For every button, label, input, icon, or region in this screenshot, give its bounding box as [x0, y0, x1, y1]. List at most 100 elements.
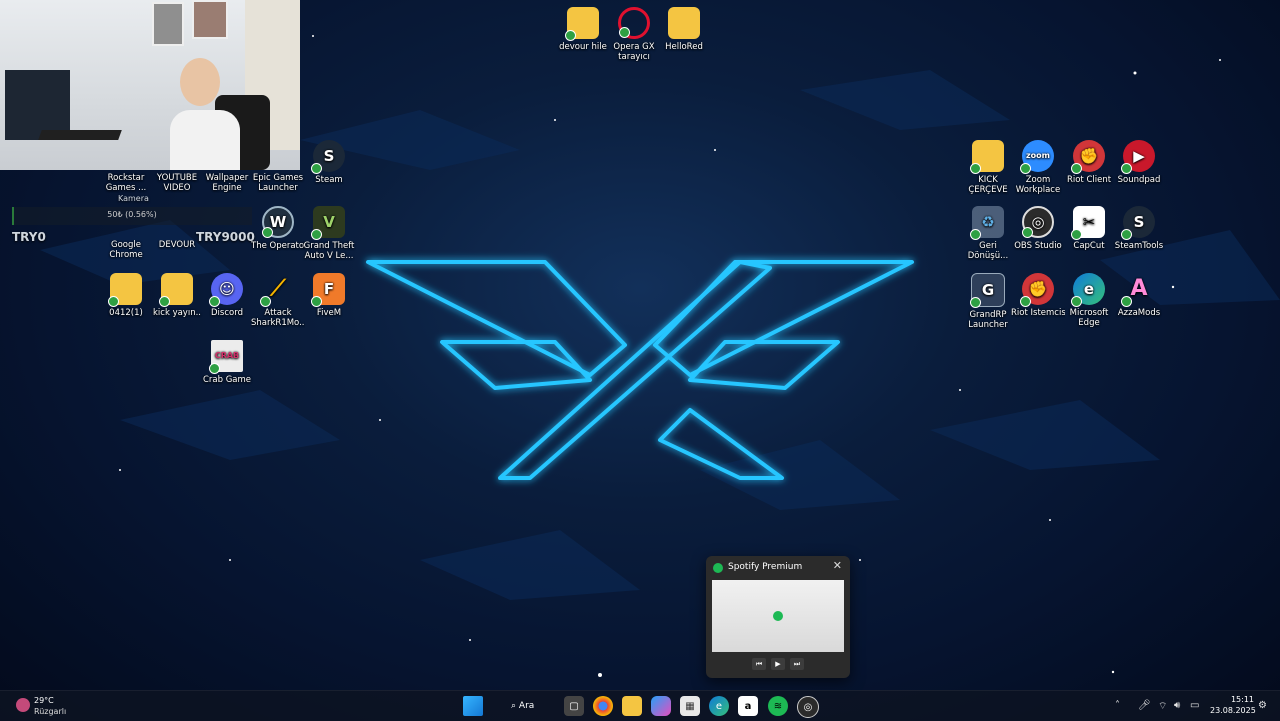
folder-icon — [108, 273, 142, 307]
the-operator-icon: W — [262, 206, 294, 238]
steam-icon: S — [311, 140, 345, 174]
folder-icon — [159, 273, 193, 307]
copilot-icon[interactable] — [651, 696, 671, 716]
riot-client-icon: ✊ — [1071, 140, 1105, 174]
desktop-icon-rockstar[interactable]: Rockstar Games ... — [99, 173, 153, 193]
desktop-icon-hellored[interactable]: HelloRed — [657, 7, 711, 52]
steam-icon: S — [1121, 206, 1155, 240]
webcam-label: Kamera — [118, 194, 149, 203]
desktop-icon-steam[interactable]: S Steam — [302, 140, 356, 185]
webcam-picture-frame — [152, 2, 184, 46]
webcam-picture-frame — [192, 0, 228, 39]
spotify-thumbnail-preview[interactable]: Spotify Premium ✕ ⏮ ▶ ⏭ — [706, 556, 850, 678]
desktop-icon-microsoft-edge[interactable]: e Microsoft Edge — [1062, 273, 1116, 328]
desktop-icon-opera-gx[interactable]: Opera GX tarayıcı — [607, 7, 661, 62]
desktop-icon-capcut[interactable]: ✂ CapCut — [1062, 206, 1116, 251]
edge-icon[interactable]: e — [709, 696, 729, 716]
desktop-icon-grandrp[interactable]: G GrandRP Launcher — [961, 273, 1015, 330]
volume-icon[interactable]: 🔊︎ — [1174, 700, 1180, 711]
attack-shark-icon: ⟋ — [260, 273, 294, 307]
discord-icon: ☺ — [209, 273, 243, 307]
desktop-icon-the-operator[interactable]: W The Operator — [251, 206, 305, 251]
close-icon[interactable]: ✕ — [833, 559, 842, 572]
desktop-icon-steamtools[interactable]: S SteamTools — [1112, 206, 1166, 251]
desktop-icon-zoom[interactable]: zoom Zoom Workplace — [1011, 140, 1065, 195]
capcut-icon: ✂ — [1071, 206, 1105, 240]
play-button[interactable]: ▶ — [771, 658, 785, 670]
clock-time: 15:11 — [1230, 695, 1254, 704]
file-explorer-icon[interactable] — [622, 696, 642, 716]
gta-v-icon: V — [311, 206, 345, 240]
desktop-icon-devour[interactable]: DEVOUR — [150, 240, 204, 250]
weather-desc: Rüzgarlı — [34, 707, 67, 716]
chevron-up-icon[interactable]: ˄ — [1115, 700, 1120, 711]
folder-icon — [565, 7, 599, 41]
desktop-icon-recycle-bin[interactable]: ♻ Geri Dönüşü... — [961, 206, 1015, 261]
weather-widget[interactable]: 29°C Rüzgarlı — [10, 694, 90, 718]
microphone-icon[interactable]: 🎤︎ — [1138, 700, 1151, 711]
notification-bell-icon[interactable]: ⚙ — [1258, 700, 1267, 711]
desktop-icon-attack-shark[interactable]: ⟋ Attack SharkR1Mo... — [251, 273, 305, 329]
donation-max-label: TRY9000 — [196, 230, 255, 244]
desktop-icon-google-chrome[interactable]: Google Chrome — [99, 240, 153, 260]
obs-studio-icon: ◎ — [1022, 206, 1054, 238]
desktop-icon-epic-games[interactable]: Epic Games Launcher — [251, 173, 305, 193]
desktop-icon-folder-0412[interactable]: 0412(1) — [99, 273, 153, 318]
desktop-icon-youtube-video[interactable]: YOUTUBE VIDEO — [150, 173, 204, 193]
spotify-window-preview[interactable] — [712, 580, 844, 652]
webcam-overlay — [0, 0, 300, 170]
spotify-icon — [713, 563, 723, 573]
next-track-button[interactable]: ⏭ — [790, 658, 804, 670]
previous-track-button[interactable]: ⏮ — [752, 658, 766, 670]
clock[interactable]: 15:11 23.08.2025 — [1210, 694, 1256, 716]
desktop-icon-kick-cerceve[interactable]: KICK ÇERÇEVE — [961, 140, 1015, 195]
desktop-icon-wallpaper-engine[interactable]: Wallpaper Engine — [200, 173, 254, 193]
zoom-icon: zoom — [1020, 140, 1054, 174]
weather-temp: 29°C — [34, 696, 54, 705]
recycle-bin-icon: ♻ — [970, 206, 1004, 240]
edge-icon: e — [1071, 273, 1105, 307]
folder-icon — [668, 7, 700, 39]
battery-icon[interactable]: ▭ — [1190, 700, 1199, 711]
desktop-icon-azzamods[interactable]: A AzzaMods — [1112, 273, 1166, 319]
clock-date: 23.08.2025 — [1210, 706, 1256, 715]
desktop-icon-riot-istemcisi[interactable]: ✊ Riot İstemcisi — [1011, 273, 1065, 318]
fivem-icon: F — [311, 273, 345, 307]
desktop-icon-obs-studio[interactable]: ◎ OBS Studio — [1011, 206, 1065, 251]
webcam-head — [180, 58, 220, 106]
windows-start-icon[interactable] — [463, 696, 483, 716]
taskbar: 29°C Rüzgarlı ⌕ Ara ▢ ▦ e a ≋ ◎ ˄ 🎤︎ ⌔ 🔊… — [0, 690, 1280, 721]
obs-studio-icon[interactable]: ◎ — [797, 696, 819, 718]
donation-progress-bar: 50₺ (0.56%) — [12, 207, 252, 225]
search-label: Ara — [518, 701, 535, 711]
search-icon: ⌕ — [511, 701, 517, 711]
spotify-icon[interactable]: ≋ — [768, 696, 788, 716]
amazon-icon[interactable]: a — [738, 696, 758, 716]
crab-game-icon: CRAB — [209, 340, 243, 374]
grandrp-icon: G — [970, 273, 1005, 308]
desktop-icon-gta5[interactable]: V Grand Theft Auto V Le... — [302, 206, 356, 261]
desktop-icon-kick-yayin[interactable]: kick yayın.. — [150, 273, 204, 318]
desktop-icon-soundpad[interactable]: ▶ Soundpad — [1112, 140, 1166, 185]
taskbar-search[interactable]: ⌕ Ara — [505, 697, 555, 715]
azzamods-icon: A — [1121, 273, 1155, 307]
chrome-icon[interactable] — [593, 696, 613, 716]
spotify-logo-icon — [773, 611, 783, 621]
folder-icon — [970, 140, 1004, 174]
donation-min-label: TRY0 — [12, 230, 46, 244]
desktop-icon-devour-hile[interactable]: devour hile — [556, 7, 610, 52]
desktop-icon-fivem[interactable]: F FiveM — [302, 273, 356, 318]
desktop-icon-discord[interactable]: ☺ Discord — [200, 273, 254, 318]
opera-gx-icon — [618, 7, 650, 39]
spotify-preview-title: Spotify Premium — [728, 562, 803, 572]
webcam-keyboard — [38, 130, 122, 140]
task-view-icon[interactable]: ▢ — [564, 696, 584, 716]
desktop-icon-riot-client[interactable]: ✊ Riot Client — [1062, 140, 1116, 185]
weather-icon — [16, 698, 30, 712]
wifi-icon[interactable]: ⌔ — [1158, 700, 1167, 713]
riot-client-icon: ✊ — [1020, 273, 1054, 307]
donation-progress-text: 50₺ (0.56%) — [107, 210, 157, 219]
microsoft-store-icon[interactable]: ▦ — [680, 696, 700, 716]
webcam-person — [170, 110, 240, 170]
desktop-icon-crab-game[interactable]: CRAB Crab Game — [200, 340, 254, 385]
